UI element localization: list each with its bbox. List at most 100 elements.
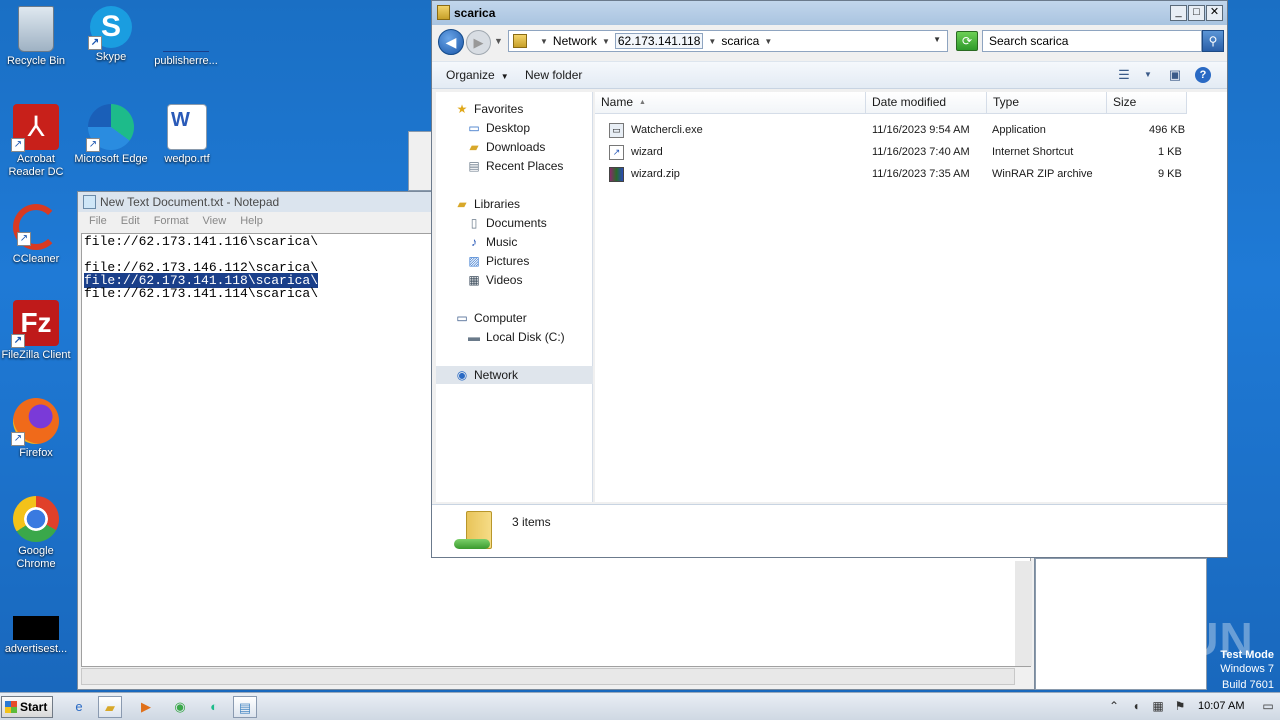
vertical-scrollbar[interactable] xyxy=(1015,561,1032,666)
horizontal-scrollbar[interactable] xyxy=(81,668,1015,685)
volume-icon[interactable]: ◖ xyxy=(1128,698,1144,714)
chrome-taskbar-icon[interactable]: ◉ xyxy=(168,696,192,718)
network-tray-icon[interactable]: ▦ xyxy=(1150,698,1166,714)
show-hidden-icons-icon[interactable]: ⌃ xyxy=(1106,698,1122,714)
start-button[interactable]: Start xyxy=(1,696,53,718)
clock[interactable]: 10:07 AM xyxy=(1198,700,1244,712)
pictures-icon: ▨ xyxy=(468,254,480,268)
application-icon: ▭ xyxy=(609,123,624,138)
skype-icon: S ↗ xyxy=(88,6,132,50)
nav-videos[interactable]: ▦ Videos xyxy=(466,271,522,289)
nav-label: Libraries xyxy=(474,197,521,211)
explorer-window[interactable]: scarica _ □ ✕ ◀ ▶ ▼ ▼ Network ▼ 62.173.1… xyxy=(431,0,1228,558)
file-type: Application xyxy=(992,124,1046,136)
shortcut-arrow-icon: ↗ xyxy=(17,232,31,246)
desktop-icon-label: Recycle Bin xyxy=(6,55,66,67)
address-bar[interactable]: ▼ Network ▼ 62.173.141.118 ▼ scarica ▼ ▼ xyxy=(508,30,948,52)
close-button[interactable]: ✕ xyxy=(1206,5,1223,21)
desktop-icon-wedpo[interactable]: W wedpo.rtf xyxy=(149,104,225,166)
explorer-taskbar-icon[interactable]: ▰ xyxy=(98,696,122,718)
forward-button[interactable]: ▶ xyxy=(466,30,491,55)
refresh-button[interactable]: ⟳ xyxy=(956,31,978,51)
nav-desktop[interactable]: ▭ Desktop xyxy=(466,119,530,137)
nav-pictures[interactable]: ▨ Pictures xyxy=(466,252,529,270)
menu-format[interactable]: Format xyxy=(147,212,196,232)
desktop-icon-advertisest[interactable]: advertisest... xyxy=(0,616,74,656)
organize-button[interactable]: Organize ▼ xyxy=(446,68,509,82)
desktop-icon-firefox[interactable]: ↗ Firefox xyxy=(0,398,74,460)
file-row[interactable]: wizard.zip 11/16/2023 7:35 AM WinRAR ZIP… xyxy=(609,164,1199,184)
search-input[interactable]: Search scarica xyxy=(982,30,1202,52)
column-header-name[interactable]: Name ▲ xyxy=(595,92,866,114)
nav-music[interactable]: ♪ Music xyxy=(466,233,517,251)
nav-documents[interactable]: ▯ Documents xyxy=(466,214,547,232)
navigation-pane: ★ Favorites ▭ Desktop ▰ Downloads ▤ Recent P… xyxy=(436,92,593,502)
edge-icon: ↗ xyxy=(86,104,134,152)
preview-pane-icon[interactable]: ▣ xyxy=(1166,67,1184,83)
menu-help[interactable]: Help xyxy=(233,212,270,232)
desktop-icon-publisher[interactable]: publisherre... xyxy=(148,6,224,68)
recent-places-icon: ▤ xyxy=(468,159,480,173)
desktop-icon-label: publisherre... xyxy=(154,55,218,67)
address-row: ◀ ▶ ▼ ▼ Network ▼ 62.173.141.118 ▼ scari… xyxy=(436,28,1225,56)
nav-downloads[interactable]: ▰ Downloads xyxy=(466,138,545,156)
nav-computer[interactable]: ▭ Computer xyxy=(454,309,526,327)
taskbar: Start e ▰ ▶ ◉ ◐ ▤ ⌃ ◖ ▦ ⚑ 10:07 AM ▭ xyxy=(0,692,1280,720)
desktop-icon-skype[interactable]: S ↗ Skype xyxy=(73,6,149,64)
chevron-right-icon[interactable]: ▼ xyxy=(602,37,610,46)
search-icon[interactable]: ⚲ xyxy=(1202,30,1224,52)
new-folder-button[interactable]: New folder xyxy=(525,68,582,82)
internet-explorer-icon[interactable]: e xyxy=(67,696,91,718)
help-icon[interactable]: ? xyxy=(1195,67,1211,83)
desktop-icon-label: Skype xyxy=(95,51,127,63)
explorer-titlebar[interactable]: scarica _ □ ✕ xyxy=(432,1,1227,25)
desktop-icon-filezilla[interactable]: Fz ↗ FileZilla Client xyxy=(0,300,74,362)
downloads-folder-icon: ▰ xyxy=(469,140,479,154)
menu-file[interactable]: File xyxy=(82,212,114,232)
nav-local-disk[interactable]: ▬ Local Disk (C:) xyxy=(466,328,565,346)
nav-label: Music xyxy=(486,235,518,249)
menu-view[interactable]: View xyxy=(196,212,234,232)
address-dropdown-icon[interactable]: ▼ xyxy=(933,35,941,44)
minimize-button[interactable]: _ xyxy=(1170,5,1187,21)
view-options-icon[interactable]: ☰ xyxy=(1115,67,1133,83)
show-desktop-icon[interactable]: ▭ xyxy=(1260,698,1276,714)
shortcut-arrow-icon: ↗ xyxy=(11,334,25,348)
edge-taskbar-icon[interactable]: ◐ xyxy=(202,696,226,718)
nav-libraries[interactable]: ▰ Libraries xyxy=(454,195,520,213)
nav-network[interactable]: ◉ Network xyxy=(436,366,593,384)
recent-pages-chevron-icon[interactable]: ▼ xyxy=(494,36,503,46)
breadcrumb-network[interactable]: Network xyxy=(553,34,597,48)
desktop-icon-acrobat[interactable]: ⅄ ↗ Acrobat Reader DC xyxy=(0,104,74,179)
nav-label: Desktop xyxy=(486,121,531,135)
shortcut-arrow-icon: ↗ xyxy=(11,138,25,152)
column-header-date[interactable]: Date modified xyxy=(866,92,987,114)
start-label: Start xyxy=(20,700,48,714)
file-row[interactable]: ▭ Watchercli.exe 11/16/2023 9:54 AM Appl… xyxy=(609,120,1199,140)
breadcrumb-folder[interactable]: scarica xyxy=(721,34,759,48)
chevron-down-icon[interactable]: ▼ xyxy=(1139,67,1157,83)
menu-edit[interactable]: Edit xyxy=(114,212,147,232)
desktop-icon-recycle-bin[interactable]: Recycle Bin xyxy=(0,6,74,68)
chevron-right-icon[interactable]: ▼ xyxy=(708,37,716,46)
desktop-icon-label: Microsoft Edge xyxy=(74,153,148,165)
back-button[interactable]: ◀ xyxy=(438,29,464,55)
file-date: 11/16/2023 7:35 AM xyxy=(872,168,970,180)
star-icon: ★ xyxy=(456,102,468,116)
chevron-right-icon[interactable]: ▼ xyxy=(540,37,548,46)
desktop-icon-edge[interactable]: ↗ Microsoft Edge xyxy=(73,104,149,166)
breadcrumb-host[interactable]: 62.173.141.118 xyxy=(614,33,704,49)
column-header-size[interactable]: Size xyxy=(1107,92,1187,114)
file-row[interactable]: ↗ wizard 11/16/2023 7:40 AM Internet Sho… xyxy=(609,142,1199,162)
nav-label: Recent Places xyxy=(486,159,564,173)
media-player-icon[interactable]: ▶ xyxy=(134,696,158,718)
maximize-button[interactable]: □ xyxy=(1188,5,1205,21)
action-center-flag-icon[interactable]: ⚑ xyxy=(1172,698,1188,714)
notepad-taskbar-icon[interactable]: ▤ xyxy=(233,696,257,718)
desktop-icon-chrome[interactable]: Google Chrome xyxy=(0,496,74,571)
chevron-down-icon[interactable]: ▼ xyxy=(764,37,772,46)
column-header-type[interactable]: Type xyxy=(987,92,1107,114)
nav-favorites[interactable]: ★ Favorites xyxy=(454,100,524,118)
desktop-icon-ccleaner[interactable]: ↗ CCleaner xyxy=(0,204,74,266)
nav-recent-places[interactable]: ▤ Recent Places xyxy=(466,157,563,175)
